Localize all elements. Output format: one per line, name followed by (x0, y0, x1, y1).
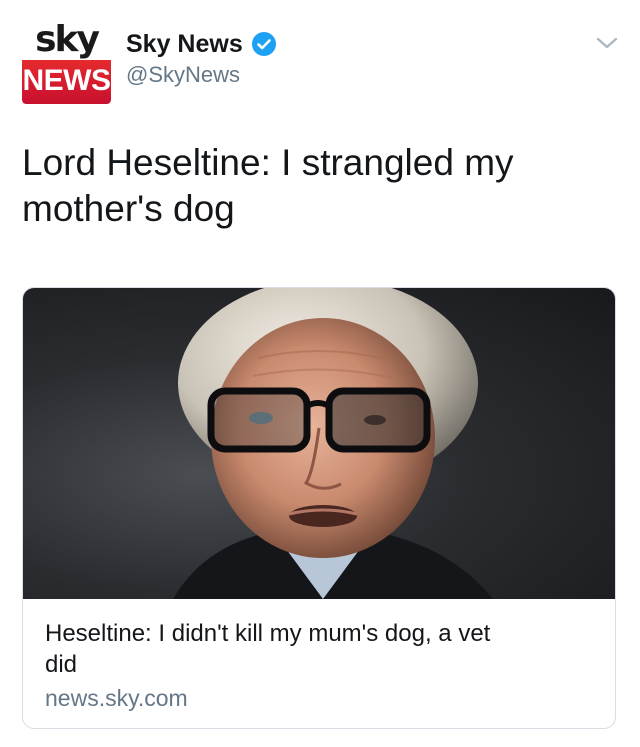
user-handle[interactable]: @SkyNews (126, 62, 240, 88)
card-image[interactable] (23, 288, 615, 599)
tweet-text: Lord Heseltine: I strangled my mother's … (22, 140, 602, 232)
card-title[interactable]: Heseltine: I didn't kill my mum's dog, a… (45, 618, 590, 680)
avatar-logo-bottom: NEWS (22, 60, 111, 104)
display-name[interactable]: Sky News (126, 30, 243, 59)
tweet-text-line-1: Lord Heseltine: I strangled my (22, 142, 514, 183)
card-domain[interactable]: news.sky.com (45, 685, 188, 712)
chevron-down-icon[interactable] (594, 34, 620, 52)
verified-badge-icon (251, 31, 277, 57)
avatar-logo-top: sky (35, 22, 100, 60)
avatar[interactable]: sky NEWS (22, 22, 111, 104)
portrait-photo-icon (173, 288, 493, 599)
name-row: Sky News (126, 28, 277, 60)
card-title-line-2: did (45, 651, 78, 678)
link-card[interactable]: Heseltine: I didn't kill my mum's dog, a… (22, 287, 616, 729)
tweet-header: sky NEWS Sky News @SkyNews (0, 0, 640, 110)
tweet-text-line-2: mother's dog (22, 188, 235, 229)
card-title-line-1: Heseltine: I didn't kill my mum's dog, a… (45, 620, 491, 647)
